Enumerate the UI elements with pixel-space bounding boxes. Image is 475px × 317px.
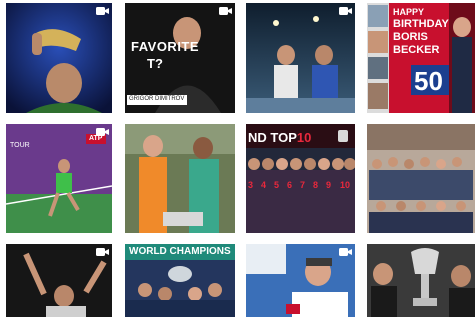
birthday-line-4: BECKER [393,44,440,56]
favorite-subheadline: T? [147,56,163,71]
player-caption: GRIGOR DIMITROV [129,96,185,102]
post-image-6 [125,124,235,233]
post-tile-3[interactable] [246,3,355,113]
post-image-10 [125,260,235,317]
rank-number: 6 [287,180,293,190]
rank-number: 9 [326,180,332,190]
video-camera-icon [219,7,232,15]
post-image-4 [449,3,475,113]
birthday-line-2: BIRTHDAY [393,18,449,30]
name-banner: GRIGOR DIMITROV [127,95,187,105]
champions-banner-text: WORLD CHAMPIONS [129,246,231,257]
video-camera-icon [96,128,109,136]
post-tile-11[interactable] [246,244,355,317]
post-image-3 [246,3,355,113]
favorite-headline: FAVORITE [131,39,200,54]
post-tile-8[interactable] [367,124,475,233]
champions-banner: WORLD CHAMPIONS [125,244,235,260]
top10-title-number: 10 [296,130,312,145]
age-number: 50 [414,66,443,96]
video-camera-icon [96,7,109,15]
rank-number: 5 [274,180,280,190]
post-tile-2[interactable]: FAVORITE T? GRIGOR DIMITROV [125,3,235,113]
top10-title: ND TOP10 [248,130,311,145]
rank-number: 8 [313,180,319,190]
rank-number: 7 [300,180,306,190]
post-tile-4[interactable]: HAPPY BIRTHDAY BORIS BECKER 50 [367,3,475,113]
rank-number: 4 [261,180,267,190]
photo-collage [367,3,389,113]
birthday-line-1: HAPPY [393,7,425,17]
video-camera-icon [339,7,352,15]
video-camera-icon [339,248,352,256]
trophy-icon [338,130,348,142]
post-tile-10[interactable]: WORLD CHAMPIONS [125,244,235,317]
post-image-12 [367,244,475,317]
post-tile-7[interactable]: ND TOP10 3 4 5 6 7 8 9 10 [246,124,355,233]
post-tile-6[interactable] [125,124,235,233]
age-badge: 50 [411,65,449,96]
video-camera-icon [96,248,109,256]
post-tile-1[interactable] [6,3,112,113]
post-tile-12[interactable] [367,244,475,317]
top10-title-prefix: ND TOP [248,130,297,145]
rank-number: 3 [248,180,254,190]
post-image-8 [367,124,475,233]
tour-label: TOUR [10,142,30,149]
post-image-1 [6,3,112,113]
post-tile-5[interactable]: TOUR ATP [6,124,112,233]
birthday-line-3: BORIS [393,31,428,43]
post-tile-9[interactable] [6,244,112,317]
rank-number: 10 [340,180,351,190]
ranking-numbers: 3 4 5 6 7 8 9 10 [248,180,354,194]
